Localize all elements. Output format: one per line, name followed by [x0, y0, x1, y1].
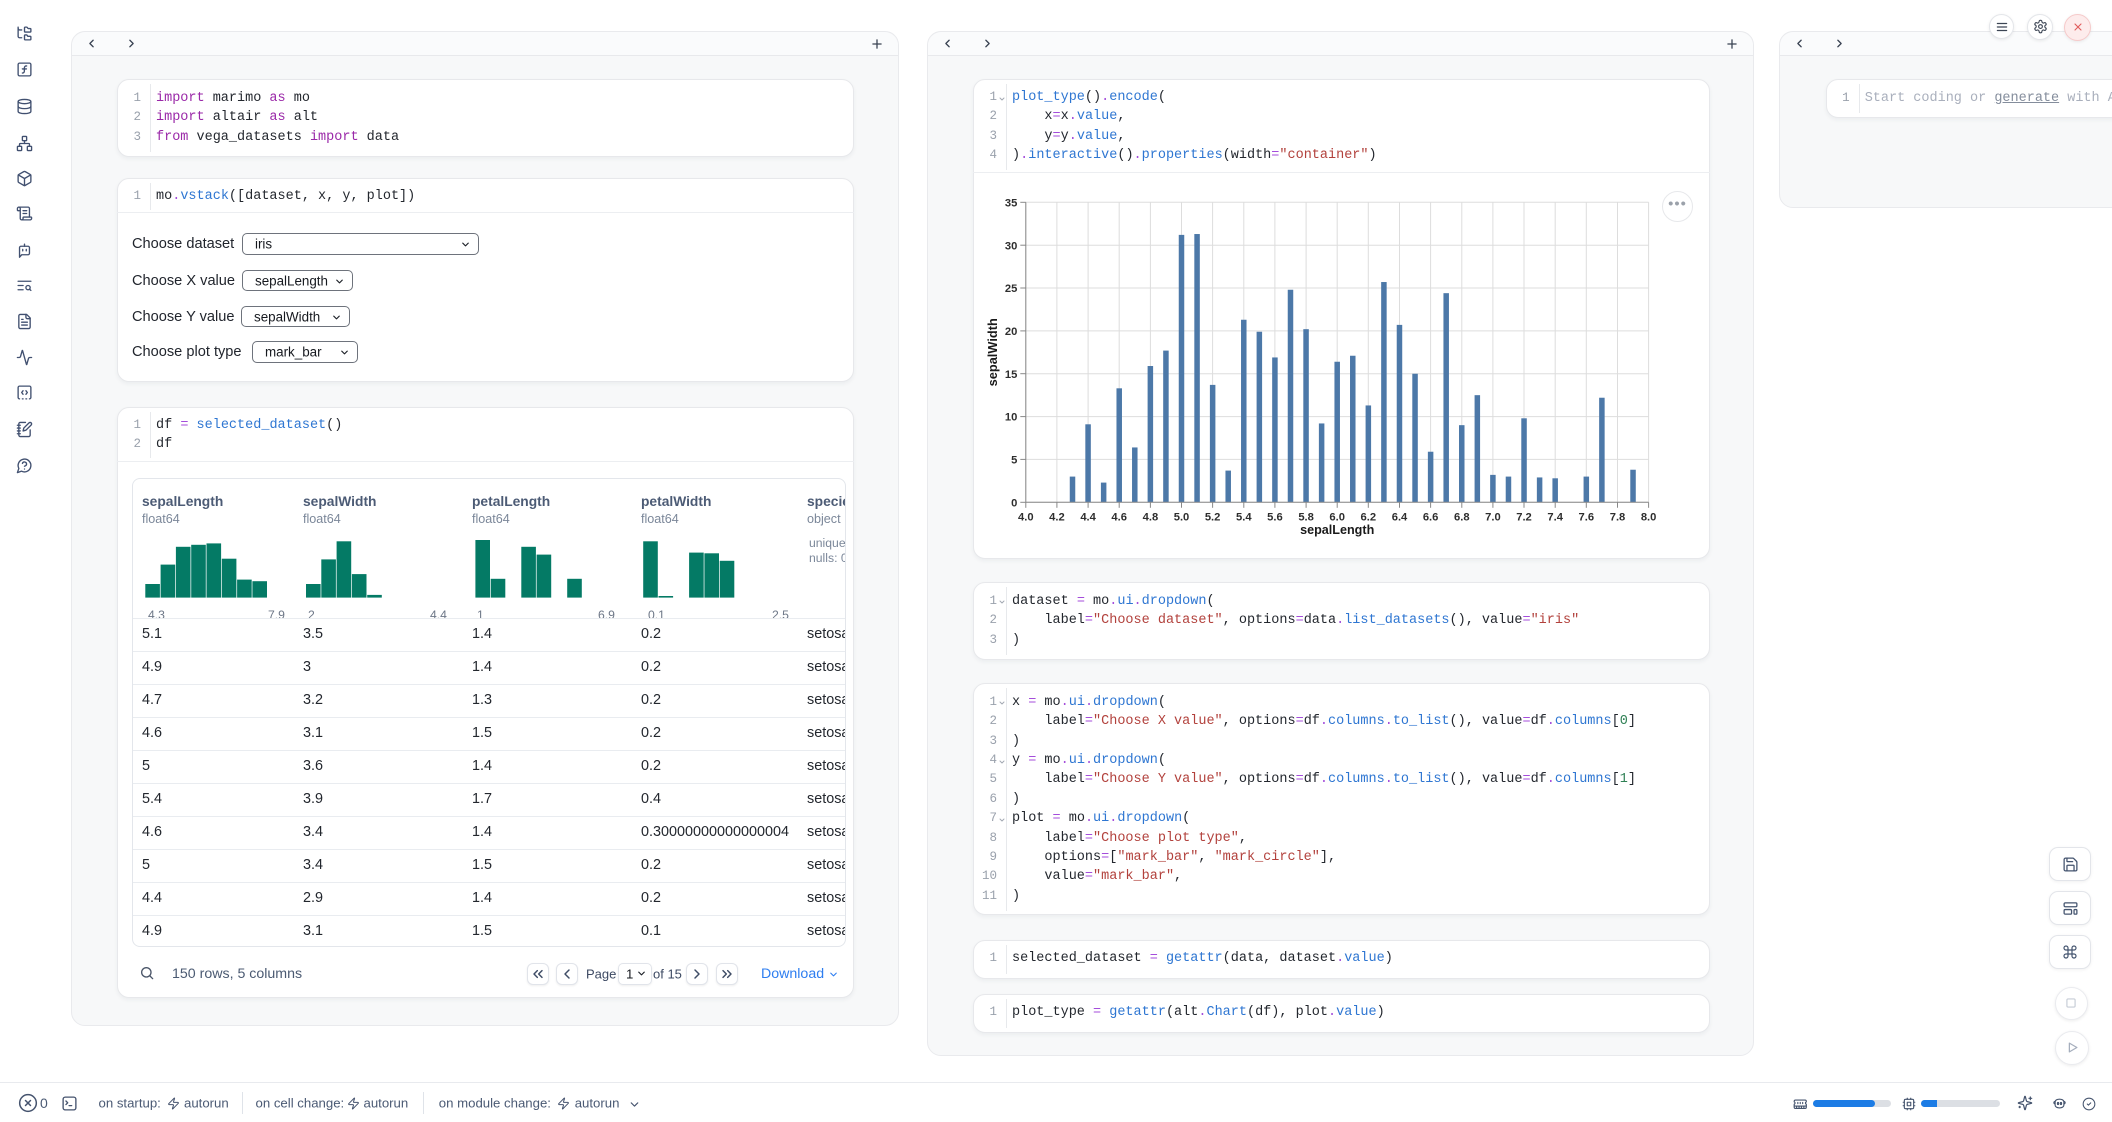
svg-text:4.0: 4.0 — [1018, 511, 1034, 523]
svg-text:6.2: 6.2 — [1361, 511, 1377, 523]
svg-text:25: 25 — [1005, 283, 1017, 295]
svg-text:sepalWidth: sepalWidth — [985, 318, 1000, 386]
svg-text:15: 15 — [1005, 369, 1017, 381]
svg-text:4.6: 4.6 — [1111, 511, 1127, 523]
svg-text:5.2: 5.2 — [1205, 511, 1221, 523]
svg-text:5.4: 5.4 — [1236, 511, 1252, 523]
svg-text:7.2: 7.2 — [1516, 511, 1532, 523]
svg-text:10: 10 — [1005, 412, 1017, 424]
svg-text:5.0: 5.0 — [1174, 511, 1190, 523]
svg-text:5.8: 5.8 — [1298, 511, 1314, 523]
svg-text:20: 20 — [1005, 326, 1017, 338]
svg-text:7.4: 7.4 — [1547, 511, 1563, 523]
svg-text:0: 0 — [1011, 497, 1017, 509]
svg-text:5.6: 5.6 — [1267, 511, 1283, 523]
svg-text:4.2: 4.2 — [1049, 511, 1065, 523]
svg-text:6.8: 6.8 — [1454, 511, 1470, 523]
svg-text:6.6: 6.6 — [1423, 511, 1439, 523]
svg-text:5: 5 — [1011, 455, 1017, 467]
svg-text:7.0: 7.0 — [1485, 511, 1501, 523]
svg-text:8.0: 8.0 — [1641, 511, 1657, 523]
svg-text:6.4: 6.4 — [1392, 511, 1408, 523]
svg-text:7.8: 7.8 — [1610, 511, 1626, 523]
svg-text:4.8: 4.8 — [1143, 511, 1159, 523]
svg-text:6.0: 6.0 — [1329, 511, 1345, 523]
svg-text:sepalLength: sepalLength — [1300, 523, 1374, 537]
svg-text:4.4: 4.4 — [1080, 511, 1096, 523]
svg-text:7.6: 7.6 — [1579, 511, 1595, 523]
svg-text:35: 35 — [1005, 197, 1017, 209]
svg-text:30: 30 — [1005, 240, 1017, 252]
